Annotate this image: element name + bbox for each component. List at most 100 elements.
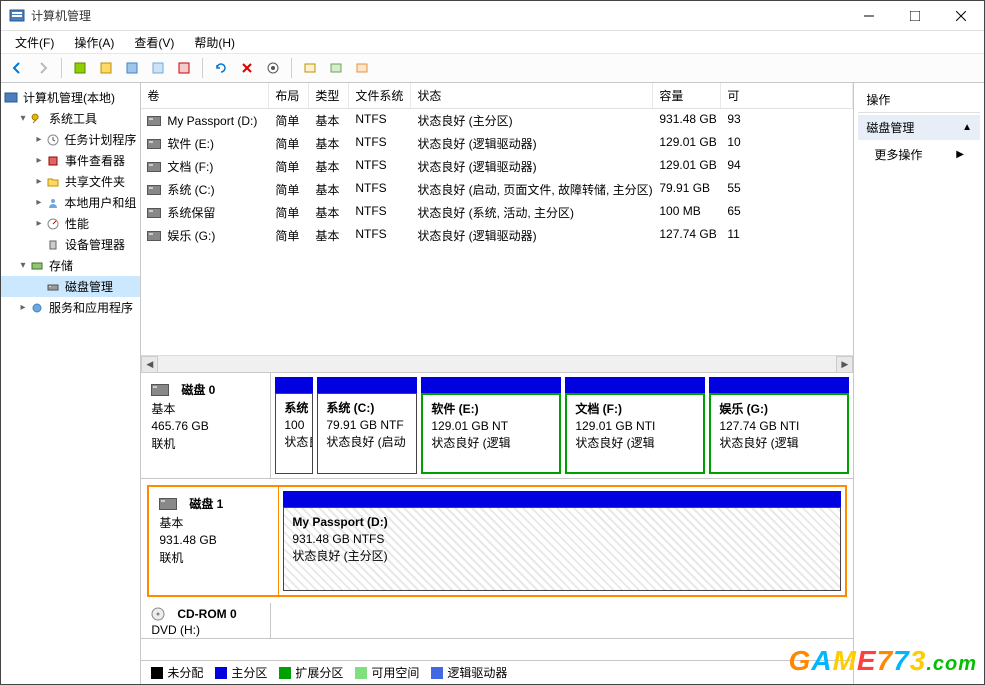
properties-button[interactable] — [261, 56, 285, 80]
tree-system-tools[interactable]: ▾ 系统工具 — [1, 108, 140, 129]
tree-task-scheduler[interactable]: ▸任务计划程序 — [1, 129, 140, 150]
tree-event-viewer[interactable]: ▸事件查看器 — [1, 150, 140, 171]
delete-button[interactable] — [235, 56, 259, 80]
back-button[interactable] — [5, 56, 29, 80]
actions-more[interactable]: 更多操作 ▶ — [858, 140, 980, 169]
partition[interactable]: 系统100状态良好 ( — [275, 377, 313, 474]
vol-free: 10 — [721, 133, 853, 154]
toolbar-icon-7[interactable] — [324, 56, 348, 80]
disk-row-1[interactable]: 磁盘 1 基本 931.48 GB 联机 My Passport (D:) 93… — [147, 485, 847, 597]
expand-icon[interactable]: ▾ — [17, 113, 29, 124]
tree-device-manager[interactable]: 设备管理器 — [1, 234, 140, 255]
partition-bar — [709, 377, 849, 393]
disk-row-cd[interactable]: CD-ROM 0 DVD (H:) — [141, 603, 853, 639]
h-scrollbar[interactable]: ◀ ▶ — [141, 355, 853, 372]
col-status[interactable]: 状态 — [411, 83, 653, 108]
cdrom-body — [271, 603, 853, 638]
col-layout[interactable]: 布局 — [269, 83, 309, 108]
vol-type: 基本 — [309, 202, 349, 223]
tree-local-users[interactable]: ▸本地用户和组 — [1, 192, 140, 213]
toolbar-icon-3[interactable] — [120, 56, 144, 80]
toolbar-icon-1[interactable] — [68, 56, 92, 80]
partition[interactable]: My Passport (D:) 931.48 GB NTFS 状态良好 (主分… — [283, 491, 841, 591]
scroll-track[interactable] — [158, 356, 836, 373]
scroll-left-icon[interactable]: ◀ — [141, 356, 158, 373]
scroll-right-icon[interactable]: ▶ — [836, 356, 853, 373]
partition[interactable]: 软件 (E:)129.01 GB NT状态良好 (逻辑 — [421, 377, 561, 474]
partition-info: My Passport (D:) 931.48 GB NTFS 状态良好 (主分… — [283, 507, 841, 591]
col-fs[interactable]: 文件系统 — [349, 83, 411, 108]
services-icon — [29, 300, 45, 316]
col-type[interactable]: 类型 — [309, 83, 349, 108]
titlebar: 计算机管理 — [1, 1, 984, 31]
toolbar-icon-4[interactable] — [146, 56, 170, 80]
partition-info: 文档 (F:)129.01 GB NTI状态良好 (逻辑 — [565, 393, 705, 474]
col-free[interactable]: 可 — [721, 83, 853, 108]
actions-group-label: 磁盘管理 — [866, 119, 914, 136]
vol-cap: 100 MB — [653, 202, 721, 223]
disk-map: 磁盘 0 基本 465.76 GB 联机 系统100状态良好 (系统 (C:)7… — [141, 373, 853, 660]
legend-logical: 逻辑驱动器 — [431, 664, 507, 681]
tree-root[interactable]: 计算机管理(本地) — [1, 87, 140, 108]
volume-rows[interactable]: My Passport (D:)简单基本NTFS状态良好 (主分区)931.48… — [141, 109, 853, 355]
actions-group[interactable]: 磁盘管理 ▲ — [858, 115, 980, 140]
perf-icon — [45, 216, 61, 232]
vol-fs: NTFS — [349, 133, 411, 154]
tree-disk-management[interactable]: 磁盘管理 — [1, 276, 140, 297]
toolbar-icon-6[interactable] — [298, 56, 322, 80]
volume-icon — [147, 231, 161, 241]
event-icon — [45, 153, 61, 169]
table-row[interactable]: 系统 (C:)简单基本NTFS状态良好 (启动, 页面文件, 故障转储, 主分区… — [141, 178, 853, 201]
menu-action[interactable]: 操作(A) — [66, 32, 122, 53]
tree-storage[interactable]: ▾ 存储 — [1, 255, 140, 276]
vol-status: 状态良好 (逻辑驱动器) — [411, 225, 653, 246]
table-row[interactable]: My Passport (D:)简单基本NTFS状态良好 (主分区)931.48… — [141, 109, 853, 132]
menu-file[interactable]: 文件(F) — [7, 32, 62, 53]
tree-services[interactable]: ▸ 服务和应用程序 — [1, 297, 140, 318]
table-row[interactable]: 娱乐 (G:)简单基本NTFS状态良好 (逻辑驱动器)127.74 GB11 — [141, 224, 853, 247]
vol-status: 状态良好 (启动, 页面文件, 故障转储, 主分区) — [411, 179, 653, 200]
toolbar-icon-8[interactable] — [350, 56, 374, 80]
nav-tree[interactable]: 计算机管理(本地) ▾ 系统工具 ▸任务计划程序 ▸事件查看器 ▸共享文件夹 ▸… — [1, 83, 141, 684]
refresh-button[interactable] — [209, 56, 233, 80]
close-button[interactable] — [938, 1, 984, 31]
toolbar-icon-5[interactable] — [172, 56, 196, 80]
vol-cap: 129.01 GB — [653, 133, 721, 154]
tree-shared-folders[interactable]: ▸共享文件夹 — [1, 171, 140, 192]
collapse-icon[interactable]: ▲ — [962, 122, 972, 133]
legend-label: 可用空间 — [371, 664, 419, 681]
table-row[interactable]: 系统保留简单基本NTFS状态良好 (系统, 活动, 主分区)100 MB65 — [141, 201, 853, 224]
separator — [291, 58, 292, 78]
clock-icon — [45, 132, 61, 148]
tree-performance[interactable]: ▸性能 — [1, 213, 140, 234]
vol-type: 基本 — [309, 110, 349, 131]
toolbar-icon-2[interactable] — [94, 56, 118, 80]
table-row[interactable]: 文档 (F:)简单基本NTFS状态良好 (逻辑驱动器)129.01 GB94 — [141, 155, 853, 178]
menu-view[interactable]: 查看(V) — [126, 32, 182, 53]
actions-title: 操作 — [858, 87, 980, 113]
partition[interactable]: 文档 (F:)129.01 GB NTI状态良好 (逻辑 — [565, 377, 705, 474]
vol-cap: 129.01 GB — [653, 156, 721, 177]
vol-name: 娱乐 (G:) — [141, 225, 269, 246]
vol-type: 基本 — [309, 225, 349, 246]
vol-status: 状态良好 (系统, 活动, 主分区) — [411, 202, 653, 223]
minimize-button[interactable] — [846, 1, 892, 31]
disk-icon — [45, 279, 61, 295]
forward-button[interactable] — [31, 56, 55, 80]
disk1-status: 联机 — [159, 549, 268, 566]
partition[interactable]: 娱乐 (G:)127.74 GB NTI状态良好 (逻辑 — [709, 377, 849, 474]
col-capacity[interactable]: 容量 — [653, 83, 721, 108]
expand-icon[interactable]: ▸ — [17, 302, 29, 313]
menu-help[interactable]: 帮助(H) — [186, 32, 243, 53]
expand-icon[interactable]: ▾ — [17, 260, 29, 271]
maximize-button[interactable] — [892, 1, 938, 31]
partition-size: 129.01 GB NTI — [575, 418, 695, 435]
table-row[interactable]: 软件 (E:)简单基本NTFS状态良好 (逻辑驱动器)129.01 GB10 — [141, 132, 853, 155]
partition[interactable]: 系统 (C:)79.91 GB NTF状态良好 (启动 — [317, 377, 417, 474]
partition-info: 系统100状态良好 ( — [275, 393, 313, 474]
col-volume[interactable]: 卷 — [141, 83, 269, 108]
vol-fs: NTFS — [349, 179, 411, 200]
cdrom-name: CD-ROM 0 — [177, 607, 236, 621]
disk-row-0[interactable]: 磁盘 0 基本 465.76 GB 联机 系统100状态良好 (系统 (C:)7… — [141, 373, 853, 479]
partition-status: 状态良好 (主分区) — [292, 548, 832, 565]
